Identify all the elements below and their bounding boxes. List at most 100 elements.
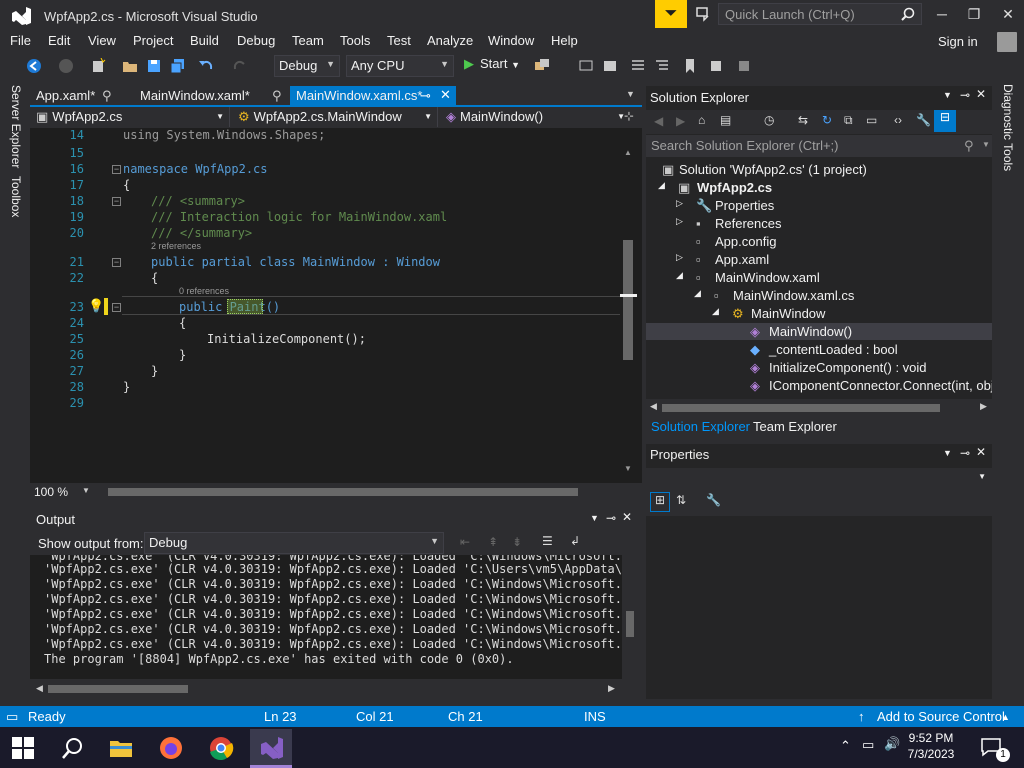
word-wrap-icon[interactable]: ↲: [570, 534, 580, 548]
collapse-all-icon[interactable]: ⧉: [844, 113, 853, 128]
tree-item-initializecomponent[interactable]: InitializeComponent() : void: [769, 360, 927, 375]
menu-file[interactable]: File: [10, 33, 31, 48]
volume-icon[interactable]: 🔊: [884, 736, 900, 752]
tab-solution-explorer[interactable]: Solution Explorer: [651, 419, 750, 434]
windows-start-icon[interactable]: [12, 737, 34, 759]
attach-process-icon[interactable]: [534, 58, 550, 74]
scroll-right-icon[interactable]: ▶: [980, 401, 987, 412]
server-explorer-tab[interactable]: Server Explorer: [9, 85, 23, 168]
menu-debug[interactable]: Debug: [237, 33, 275, 48]
pin-icon[interactable]: ⊸: [606, 511, 616, 525]
code-editor[interactable]: 14 15 16 17 18 19 20 21 22 23 24 25 26 2…: [30, 128, 642, 483]
solution-config-select[interactable]: Debug ▼: [274, 55, 340, 77]
collapse-arrow-icon[interactable]: ▷: [676, 216, 683, 227]
pin-icon[interactable]: ⊸: [960, 88, 970, 102]
scroll-up-icon[interactable]: ▲: [624, 148, 632, 157]
close-panel-icon[interactable]: ✕: [976, 445, 986, 459]
view-code-icon[interactable]: ‹›: [894, 113, 902, 127]
tray-overflow-icon[interactable]: ⌃: [840, 738, 851, 754]
find-message-icon[interactable]: ⇤: [460, 535, 470, 549]
expand-arrow-icon[interactable]: ◢: [658, 180, 665, 191]
next-message-icon[interactable]: ⇟: [512, 535, 522, 549]
panel-menu-icon[interactable]: ▼: [590, 513, 599, 523]
platform-select[interactable]: Any CPU ▼: [346, 55, 454, 77]
output-text-area[interactable]: 'WpfApp2.cs.exe' (CLR v4.0.30319: WpfApp…: [30, 555, 622, 679]
menu-team[interactable]: Team: [292, 33, 324, 48]
scroll-left-icon[interactable]: ◀: [650, 401, 657, 412]
pending-changes-icon[interactable]: ◷: [764, 113, 774, 127]
scroll-left-icon[interactable]: ◀: [36, 683, 43, 694]
tree-item-contentloaded[interactable]: _contentLoaded : bool: [769, 342, 898, 357]
tree-item-connect[interactable]: IComponentConnector.Connect(int, objec: [769, 378, 992, 393]
fold-toggle-icon[interactable]: −: [112, 258, 121, 267]
panel-menu-icon[interactable]: ▼: [943, 448, 952, 458]
tree-item-project[interactable]: WpfApp2.cs: [697, 180, 772, 195]
system-clock[interactable]: 9:52 PM 7/3/2023: [904, 730, 958, 762]
tree-item-ctor[interactable]: MainWindow(): [769, 324, 852, 339]
project-select[interactable]: ▣ WpfApp2.cs ▼: [30, 107, 230, 127]
alphabetical-icon[interactable]: ⇅: [676, 493, 686, 507]
prev-bookmark-icon[interactable]: [708, 58, 724, 74]
output-source-select[interactable]: Debug ▼: [144, 532, 444, 554]
add-to-source-control-button[interactable]: Add to Source Control: [877, 709, 1005, 724]
tree-item-solution[interactable]: Solution 'WpfApp2.cs' (1 project): [679, 162, 867, 177]
search-options-icon[interactable]: ▼: [982, 140, 990, 149]
lightbulb-icon[interactable]: 💡: [88, 298, 104, 313]
properties-wrench-icon[interactable]: 🔧: [916, 113, 931, 127]
expand-arrow-icon[interactable]: ◢: [712, 306, 719, 317]
quick-launch-input[interactable]: Quick Launch (Ctrl+Q): [718, 3, 922, 25]
member-select[interactable]: ◈ MainWindow() ▼: [440, 107, 630, 127]
menu-analyze[interactable]: Analyze: [427, 33, 473, 48]
panel-menu-icon[interactable]: ▼: [943, 90, 952, 100]
menu-view[interactable]: View: [88, 33, 116, 48]
redo-icon[interactable]: [232, 58, 248, 74]
output-horizontal-scrollbar[interactable]: ◀ ▶: [30, 680, 642, 698]
output-vertical-scrollbar[interactable]: [622, 555, 639, 679]
file-explorer-icon[interactable]: [108, 735, 134, 761]
open-folder-icon[interactable]: [122, 58, 138, 74]
property-pages-icon[interactable]: 🔧: [706, 493, 721, 507]
menu-test[interactable]: Test: [387, 33, 411, 48]
tab-list-dropdown-icon[interactable]: ▼: [626, 89, 635, 99]
pin-icon[interactable]: ⚲: [272, 88, 282, 104]
close-panel-icon[interactable]: ✕: [976, 87, 986, 101]
tree-item-app-xaml[interactable]: App.xaml: [715, 252, 769, 267]
collapse-arrow-icon[interactable]: ▷: [676, 198, 683, 209]
firefox-icon[interactable]: [158, 735, 184, 761]
step-icon[interactable]: [578, 58, 594, 74]
scroll-thumb[interactable]: [626, 611, 634, 637]
diagnostic-tools-tab[interactable]: Diagnostic Tools: [1001, 84, 1015, 171]
fold-toggle-icon[interactable]: −: [112, 197, 121, 206]
refresh-icon[interactable]: ↻: [822, 113, 832, 127]
preview-selected-icon[interactable]: ⊟: [934, 110, 956, 132]
menu-edit[interactable]: Edit: [48, 33, 70, 48]
forward-icon[interactable]: ▶: [676, 114, 685, 128]
tree-item-references[interactable]: References: [715, 216, 781, 231]
tab-mainwindow-xaml[interactable]: MainWindow.xaml* ⚲: [134, 86, 290, 106]
ctor-references-codelens[interactable]: 0 references: [179, 286, 229, 296]
save-icon[interactable]: [146, 58, 162, 74]
maximize-button[interactable]: ❐: [960, 4, 988, 24]
collapse-arrow-icon[interactable]: ▷: [676, 252, 683, 263]
expand-arrow-icon[interactable]: ◢: [694, 288, 701, 299]
scroll-down-icon[interactable]: ▼: [624, 464, 632, 473]
comment-out-icon[interactable]: [630, 58, 646, 74]
categorized-icon[interactable]: ⊞: [650, 492, 670, 512]
navigate-back-icon[interactable]: [26, 58, 42, 74]
save-all-icon[interactable]: [170, 58, 186, 74]
tree-item-properties[interactable]: Properties: [715, 198, 774, 213]
account-avatar[interactable]: [997, 32, 1017, 52]
scroll-thumb[interactable]: [662, 404, 940, 412]
back-icon[interactable]: ◀: [654, 114, 663, 128]
source-control-up-icon[interactable]: ▲: [1001, 712, 1010, 722]
sign-in-link[interactable]: Sign in: [938, 34, 978, 49]
tree-item-mainwindow-xaml[interactable]: MainWindow.xaml: [715, 270, 820, 285]
feedback-icon[interactable]: [696, 6, 712, 22]
network-icon[interactable]: ▭: [862, 737, 874, 753]
zoom-level[interactable]: 100 %: [34, 485, 68, 499]
pin-icon[interactable]: ⊸: [420, 88, 431, 104]
taskbar-search-icon[interactable]: [60, 735, 86, 761]
type-select[interactable]: ⚙ WpfApp2.cs.MainWindow ▼: [232, 107, 438, 127]
scroll-right-icon[interactable]: ▶: [608, 683, 615, 694]
tree-item-mainwindow-cs[interactable]: MainWindow.xaml.cs: [733, 288, 854, 303]
